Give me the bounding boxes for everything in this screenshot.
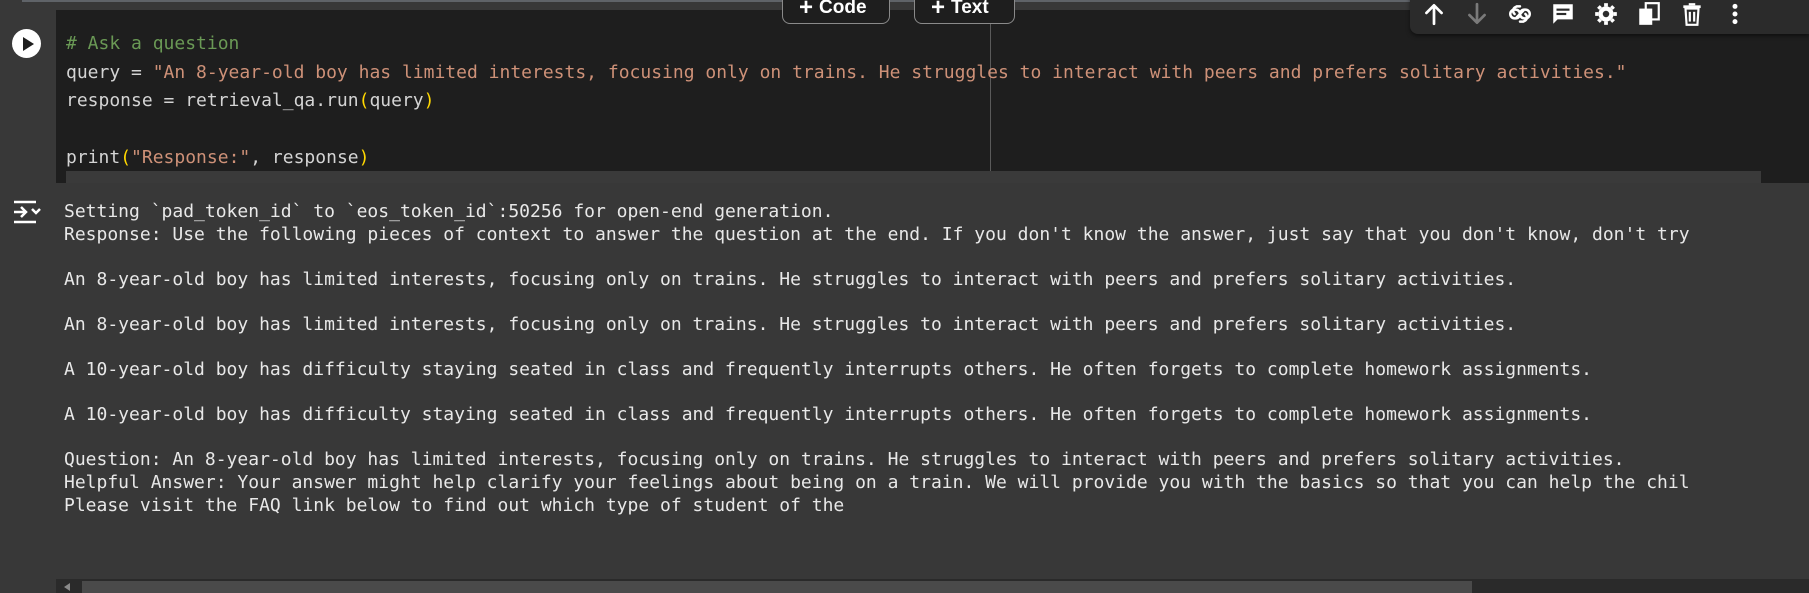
play-icon <box>22 36 34 51</box>
code-token: ) <box>423 90 435 111</box>
link-icon[interactable] <box>1501 0 1539 32</box>
plus-icon: + <box>799 0 814 21</box>
output-toggle-icon[interactable] <box>10 198 42 226</box>
output-line: Response: Use the following pieces of co… <box>64 224 1690 245</box>
code-editor[interactable]: # Ask a question query = "An 8-year-old b… <box>56 10 1809 183</box>
add-text-cell-button[interactable]: + Text <box>914 0 1015 24</box>
output-horizontal-scrollbar[interactable] <box>56 579 1809 593</box>
code-line: print("Response:", response) <box>66 144 1627 173</box>
run-cell-button[interactable] <box>12 29 41 58</box>
cell-output: Setting `pad_token_id` to `eos_token_id`… <box>64 199 1809 516</box>
code-token: "An 8-year-old boy has limited interests… <box>152 61 1627 83</box>
output-line: A 10-year-old boy has difficulty staying… <box>64 359 1593 380</box>
scroll-left-icon[interactable] <box>64 583 70 591</box>
add-code-label: Code <box>819 0 867 18</box>
more-options-icon[interactable] <box>1716 0 1754 32</box>
code-token: ( <box>120 147 132 168</box>
code-token: ) <box>358 147 370 168</box>
mirror-cell-icon[interactable] <box>1630 0 1668 32</box>
comment-icon[interactable] <box>1544 0 1582 32</box>
output-line: Please visit the FAQ link below to find … <box>64 495 845 516</box>
code-token: query = <box>66 61 153 83</box>
scrollbar-thumb[interactable] <box>82 581 1472 593</box>
add-text-label: Text <box>951 0 989 18</box>
code-line: # Ask a question <box>66 30 1627 59</box>
output-line: Helpful Answer: Your answer might help c… <box>64 472 1690 493</box>
output-line: An 8-year-old boy has limited interests,… <box>64 314 1517 335</box>
code-token: print <box>66 147 121 168</box>
code-content[interactable]: # Ask a question query = "An 8-year-old b… <box>66 30 1627 173</box>
add-code-cell-button[interactable]: + Code <box>782 0 890 24</box>
code-token: query <box>369 90 424 111</box>
code-token: response = retrieval_qa.run <box>66 90 359 111</box>
code-token: # Ask a question <box>66 33 240 54</box>
output-line: An 8-year-old boy has limited interests,… <box>64 269 1517 290</box>
output-line: Setting `pad_token_id` to `eos_token_id`… <box>64 201 834 222</box>
output-line: A 10-year-old boy has difficulty staying… <box>64 404 1593 425</box>
delete-icon[interactable] <box>1673 0 1711 32</box>
move-down-icon[interactable] <box>1458 0 1496 32</box>
code-token: "Response:" <box>131 147 251 168</box>
settings-icon[interactable] <box>1587 0 1625 32</box>
move-up-icon[interactable] <box>1415 0 1453 32</box>
cell-toolbar <box>1410 0 1809 34</box>
plus-icon: + <box>931 0 946 21</box>
code-token: ( <box>358 90 370 111</box>
editor-horizontal-scrollbar[interactable] <box>66 171 1761 183</box>
code-line: response = retrieval_qa.run(query) <box>66 87 1627 116</box>
code-token: , response <box>250 147 359 168</box>
output-line: Question: An 8-year-old boy has limited … <box>64 449 1625 470</box>
code-line: query = "An 8-year-old boy has limited i… <box>66 59 1627 88</box>
